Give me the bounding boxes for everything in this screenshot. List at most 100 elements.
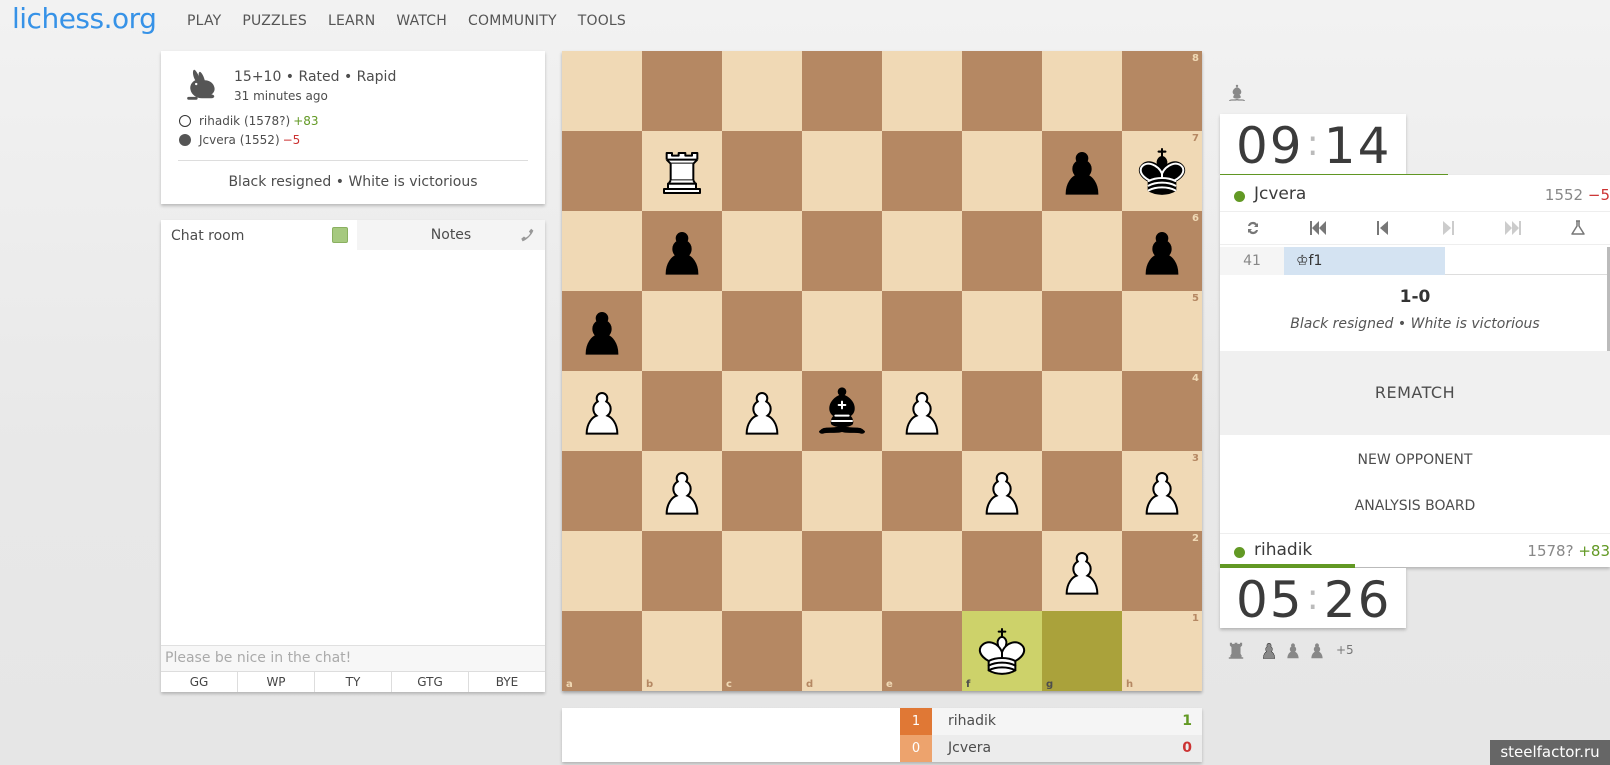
- square-e3[interactable]: [882, 451, 962, 531]
- square-c8[interactable]: [722, 51, 802, 131]
- black-pawn-icon[interactable]: [572, 301, 632, 361]
- first-move-icon[interactable]: [1285, 211, 1350, 245]
- phone-icon[interactable]: [519, 227, 537, 245]
- square-d7[interactable]: [802, 131, 882, 211]
- nav-play[interactable]: PLAY: [187, 13, 221, 29]
- white-pawn-icon[interactable]: [652, 461, 712, 521]
- top-player-name[interactable]: Jcvera: [1254, 184, 1306, 204]
- top-player-row[interactable]: Jcvera 1552 −5: [1220, 178, 1610, 212]
- preset-ty[interactable]: TY: [315, 672, 392, 692]
- square-f3[interactable]: [962, 451, 1042, 531]
- square-h8[interactable]: 8: [1122, 51, 1202, 131]
- square-g1[interactable]: g: [1042, 611, 1122, 691]
- square-c4[interactable]: [722, 371, 802, 451]
- white-pawn-icon[interactable]: [1052, 541, 1112, 601]
- square-h7[interactable]: 7: [1122, 131, 1202, 211]
- square-c5[interactable]: [722, 291, 802, 371]
- analysis-icon[interactable]: [1545, 211, 1610, 245]
- square-c6[interactable]: [722, 211, 802, 291]
- preset-wp[interactable]: WP: [238, 672, 315, 692]
- white-pawn-icon[interactable]: [892, 381, 952, 441]
- square-b6[interactable]: [642, 211, 722, 291]
- chat-input[interactable]: Please be nice in the chat!: [161, 645, 545, 671]
- square-e4[interactable]: [882, 371, 962, 451]
- square-c3[interactable]: [722, 451, 802, 531]
- square-e5[interactable]: [882, 291, 962, 371]
- preset-bye[interactable]: BYE: [469, 672, 545, 692]
- black-pawn-icon[interactable]: [652, 221, 712, 281]
- square-b1[interactable]: b: [642, 611, 722, 691]
- square-h5[interactable]: 5: [1122, 291, 1202, 371]
- square-b7[interactable]: [642, 131, 722, 211]
- square-d4[interactable]: [802, 371, 882, 451]
- white-pawn-icon[interactable]: [732, 381, 792, 441]
- last-move-icon[interactable]: [1480, 211, 1545, 245]
- chess-board[interactable]: 8765432abcdefg1h: [562, 51, 1202, 691]
- square-a7[interactable]: [562, 131, 642, 211]
- white-pawn-icon[interactable]: [972, 461, 1032, 521]
- square-g2[interactable]: [1042, 531, 1122, 611]
- black-bishop-icon[interactable]: [812, 381, 872, 441]
- square-d8[interactable]: [802, 51, 882, 131]
- score-box[interactable]: 1: [900, 708, 932, 735]
- next-move-icon[interactable]: [1415, 211, 1480, 245]
- square-g6[interactable]: [1042, 211, 1122, 291]
- square-h6[interactable]: 6: [1122, 211, 1202, 291]
- square-f1[interactable]: f: [962, 611, 1042, 691]
- preset-gg[interactable]: GG: [161, 672, 238, 692]
- square-a6[interactable]: [562, 211, 642, 291]
- square-b5[interactable]: [642, 291, 722, 371]
- white-pawn-icon[interactable]: [1132, 461, 1192, 521]
- move-white[interactable]: ♔f1: [1284, 247, 1445, 275]
- square-g4[interactable]: [1042, 371, 1122, 451]
- analysis-board-button[interactable]: ANALYSIS BOARD: [1220, 498, 1610, 514]
- square-e1[interactable]: e: [882, 611, 962, 691]
- square-c7[interactable]: [722, 131, 802, 211]
- crosstable-row[interactable]: rihadik 1: [932, 708, 1202, 735]
- nav-tools[interactable]: TOOLS: [578, 13, 626, 29]
- square-e8[interactable]: [882, 51, 962, 131]
- square-b2[interactable]: [642, 531, 722, 611]
- white-king-icon[interactable]: [972, 621, 1032, 681]
- black-pawn-icon[interactable]: [1052, 141, 1112, 201]
- square-g7[interactable]: [1042, 131, 1122, 211]
- bottom-player-row[interactable]: rihadik 1578? +83: [1220, 533, 1610, 567]
- square-f4[interactable]: [962, 371, 1042, 451]
- bottom-player-name[interactable]: rihadik: [1254, 540, 1312, 560]
- white-rook-icon[interactable]: [652, 141, 712, 201]
- square-f2[interactable]: [962, 531, 1042, 611]
- square-g8[interactable]: [1042, 51, 1122, 131]
- site-logo[interactable]: lichess.org: [12, 2, 157, 35]
- square-f7[interactable]: [962, 131, 1042, 211]
- square-h2[interactable]: 2: [1122, 531, 1202, 611]
- square-a5[interactable]: [562, 291, 642, 371]
- square-h1[interactable]: 1h: [1122, 611, 1202, 691]
- square-b4[interactable]: [642, 371, 722, 451]
- square-b8[interactable]: [642, 51, 722, 131]
- square-d3[interactable]: [802, 451, 882, 531]
- square-e2[interactable]: [882, 531, 962, 611]
- square-g5[interactable]: [1042, 291, 1122, 371]
- square-b3[interactable]: [642, 451, 722, 531]
- rematch-button[interactable]: REMATCH: [1220, 351, 1610, 435]
- square-d6[interactable]: [802, 211, 882, 291]
- square-d5[interactable]: [802, 291, 882, 371]
- square-a2[interactable]: [562, 531, 642, 611]
- black-king-icon[interactable]: [1132, 141, 1192, 201]
- square-c2[interactable]: [722, 531, 802, 611]
- crosstable-row[interactable]: Jcvera 0: [932, 735, 1202, 762]
- white-pawn-icon[interactable]: [572, 381, 632, 441]
- square-h3[interactable]: 3: [1122, 451, 1202, 531]
- square-a8[interactable]: [562, 51, 642, 131]
- white-player-name[interactable]: rihadik (1578?): [199, 114, 290, 128]
- preset-gtg[interactable]: GTG: [392, 672, 469, 692]
- black-player-name[interactable]: Jcvera (1552): [199, 133, 280, 147]
- square-a4[interactable]: [562, 371, 642, 451]
- nav-learn[interactable]: LEARN: [328, 13, 375, 29]
- square-e7[interactable]: [882, 131, 962, 211]
- new-opponent-button[interactable]: NEW OPPONENT: [1220, 452, 1610, 468]
- score-box[interactable]: 0: [900, 735, 932, 762]
- black-pawn-icon[interactable]: [1132, 221, 1192, 281]
- square-d2[interactable]: [802, 531, 882, 611]
- prev-move-icon[interactable]: [1350, 211, 1415, 245]
